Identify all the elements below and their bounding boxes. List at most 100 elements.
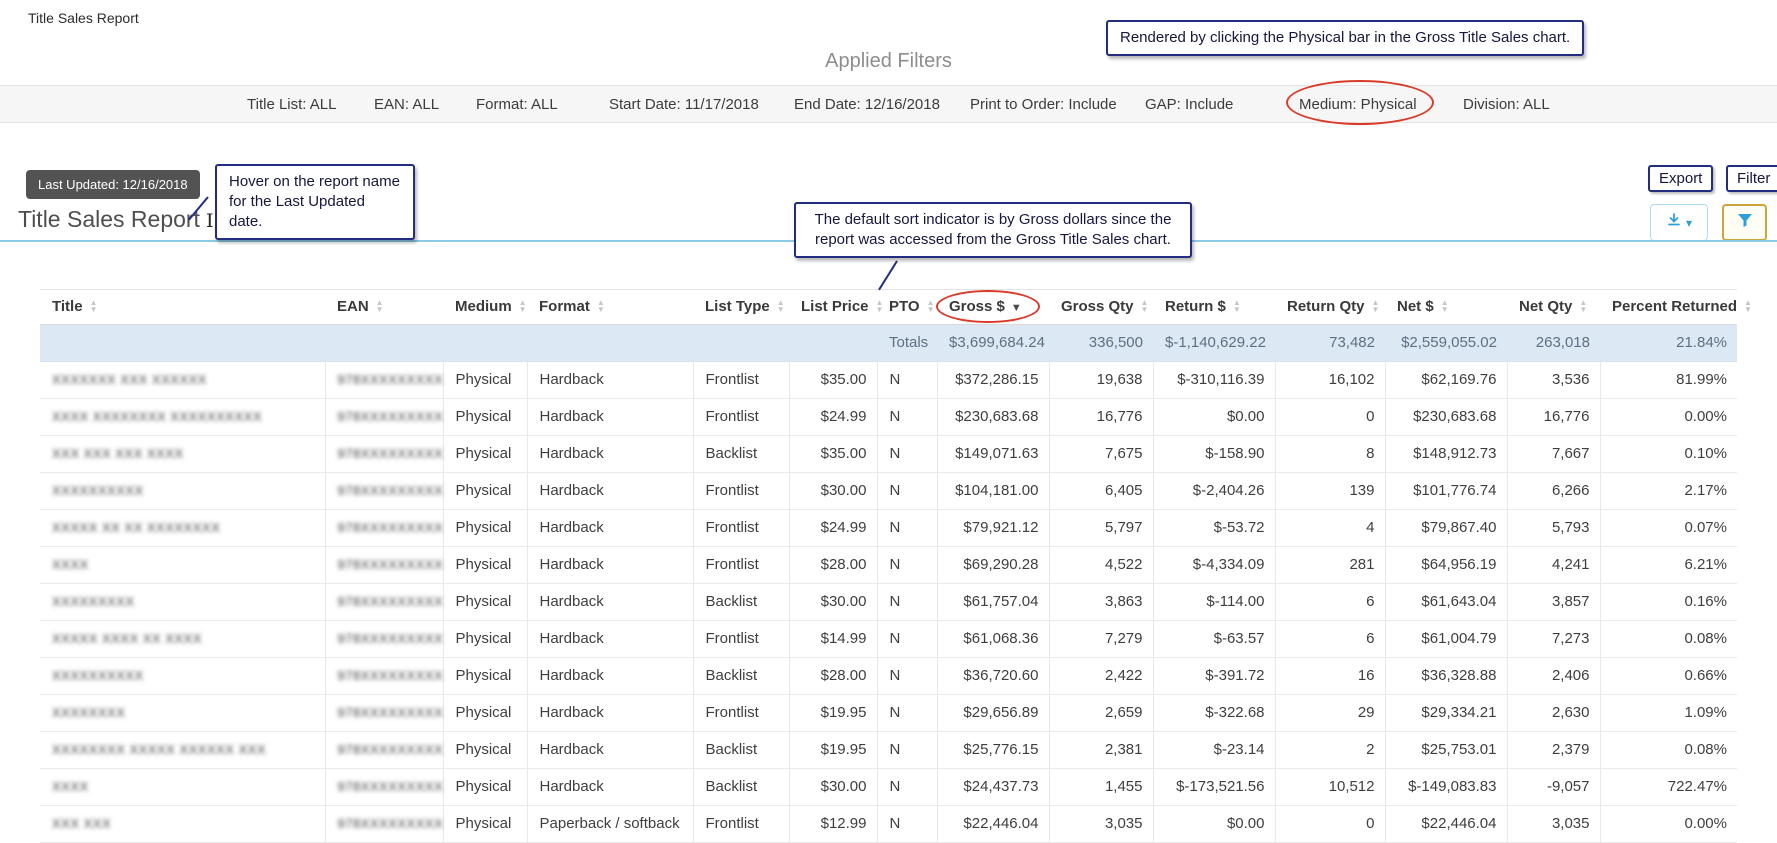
cell-list_price: $30.00 [788, 472, 877, 510]
gross-sort-highlight-ellipse [936, 290, 1040, 323]
column-header-title[interactable]: Title [40, 289, 325, 325]
cell-format: Hardback [526, 398, 693, 436]
cell-ean: 978XXXXXXXXX [324, 509, 443, 547]
cell-return: $-310,116.39 [1152, 361, 1275, 399]
cell-return_qty: 10,512 [1274, 768, 1385, 806]
table-row: XXX XXX 978XXXXXXXXX Physical Paperback / s… [40, 805, 1737, 843]
cell-list_price: $35.00 [788, 361, 877, 399]
cell-list_type: Frontlist [692, 472, 789, 510]
totals-net: $2,559,055.02 [1385, 324, 1507, 362]
cell-ean: 978XXXXXXXXX [324, 731, 443, 769]
cell-pto: N [876, 731, 937, 769]
sort-arrows-icon [519, 299, 527, 316]
filter-title-list: Title List: ALL [247, 96, 337, 113]
cell-return_qty: 6 [1274, 620, 1385, 658]
cell-net: $62,169.76 [1384, 361, 1507, 399]
cell-gross_qty: 16,776 [1048, 398, 1153, 436]
cell-pto: N [876, 620, 937, 658]
cell-list_price: $19.95 [788, 731, 877, 769]
cell-gross_qty: 6,405 [1048, 472, 1153, 510]
cell-net_qty: 2,379 [1506, 731, 1600, 769]
cell-percent: 0.10% [1599, 435, 1737, 473]
cell-list_type: Frontlist [692, 361, 789, 399]
cell-return_qty: 0 [1274, 805, 1385, 843]
cell-gross: $29,656.89 [936, 694, 1049, 732]
sort-arrows-icon [927, 299, 935, 316]
cell-net_qty: 3,536 [1506, 361, 1600, 399]
annotation-chart-note: Rendered by clicking the Physical bar in… [1106, 20, 1585, 56]
cell-return_qty: 0 [1274, 398, 1385, 436]
column-header-list-price[interactable]: List Price [789, 289, 877, 325]
filter-funnel-icon [1737, 213, 1753, 233]
cell-gross_qty: 7,675 [1048, 435, 1153, 473]
app-title: Title Sales Report [28, 10, 139, 26]
column-header-percent-returned[interactable]: Percent Returned [1600, 289, 1737, 325]
cell-format: Hardback [526, 546, 693, 584]
cell-net_qty: 2,406 [1506, 657, 1600, 695]
cell-medium: Physical [442, 398, 527, 436]
cell-ean: 978XXXXXXXXX [324, 583, 443, 621]
column-header-return-qty[interactable]: Return Qty [1275, 289, 1385, 325]
cell-return: $-114.00 [1152, 583, 1275, 621]
cell-gross: $372,286.15 [936, 361, 1049, 399]
cell-return: $-23.14 [1152, 731, 1275, 769]
sort-arrows-icon [597, 299, 605, 316]
cell-list_type: Frontlist [692, 546, 789, 584]
column-header-format[interactable]: Format [527, 289, 693, 325]
cell-pto: N [876, 546, 937, 584]
column-header-gross-qty[interactable]: Gross Qty [1049, 289, 1153, 325]
column-header-return[interactable]: Return $ [1153, 289, 1275, 325]
sort-arrows-icon [1372, 299, 1380, 316]
cell-list_price: $30.00 [788, 768, 877, 806]
cell-gross: $149,071.63 [936, 435, 1049, 473]
filter-start-date: Start Date: 11/17/2018 [609, 96, 759, 113]
cell-net: $25,753.01 [1384, 731, 1507, 769]
column-header-pto[interactable]: PTO [877, 289, 937, 325]
column-header-medium[interactable]: Medium [443, 289, 527, 325]
cell-return: $-63.57 [1152, 620, 1275, 658]
sort-arrows-icon [1141, 299, 1149, 316]
cell-gross: $61,757.04 [936, 583, 1049, 621]
filter-gap: GAP: Include [1145, 96, 1234, 113]
cell-return: $-4,334.09 [1152, 546, 1275, 584]
cell-net: $36,328.88 [1384, 657, 1507, 695]
cell-medium: Physical [442, 768, 527, 806]
cell-list_price: $24.99 [788, 509, 877, 547]
cell-title: XXXXXXX XXX XXXXXX [40, 361, 325, 399]
cell-return: $-391.72 [1152, 657, 1275, 695]
cell-format: Hardback [526, 583, 693, 621]
sort-arrows-icon [1233, 299, 1241, 316]
cell-net: $61,004.79 [1384, 620, 1507, 658]
cell-pto: N [876, 435, 937, 473]
cell-ean: 978XXXXXXXXX [324, 768, 443, 806]
cell-net_qty: -9,057 [1506, 768, 1600, 806]
cell-return: $-158.90 [1152, 435, 1275, 473]
cell-title: XXXX [40, 546, 325, 584]
cell-net_qty: 7,273 [1506, 620, 1600, 658]
cell-percent: 0.00% [1599, 805, 1737, 843]
cell-ean: 978XXXXXXXXX [324, 694, 443, 732]
totals-net-qty: 263,018 [1507, 324, 1600, 362]
export-download-button[interactable] [1650, 204, 1708, 241]
cell-return_qty: 139 [1274, 472, 1385, 510]
cell-net_qty: 3,857 [1506, 583, 1600, 621]
cell-gross: $36,720.60 [936, 657, 1049, 695]
cell-return_qty: 6 [1274, 583, 1385, 621]
cell-list_type: Backlist [692, 435, 789, 473]
column-header-list-type[interactable]: List Type [693, 289, 789, 325]
cell-title: XXXXXXXX XXXXX XXXXXX XXX [40, 731, 325, 769]
column-header-net-qty[interactable]: Net Qty [1507, 289, 1600, 325]
cell-net: $61,643.04 [1384, 583, 1507, 621]
sort-arrows-icon [90, 299, 98, 316]
cell-title: XXXXX XX XX XXXXXXXX [40, 509, 325, 547]
filter-button[interactable] [1722, 204, 1767, 241]
column-header-ean[interactable]: EAN [325, 289, 443, 325]
cell-medium: Physical [442, 509, 527, 547]
cell-pto: N [876, 583, 937, 621]
cell-medium: Physical [442, 546, 527, 584]
column-header-net[interactable]: Net $ [1385, 289, 1507, 325]
cell-medium: Physical [442, 657, 527, 695]
cell-ean: 978XXXXXXXXX [324, 472, 443, 510]
cell-return_qty: 8 [1274, 435, 1385, 473]
cell-return: $-322.68 [1152, 694, 1275, 732]
